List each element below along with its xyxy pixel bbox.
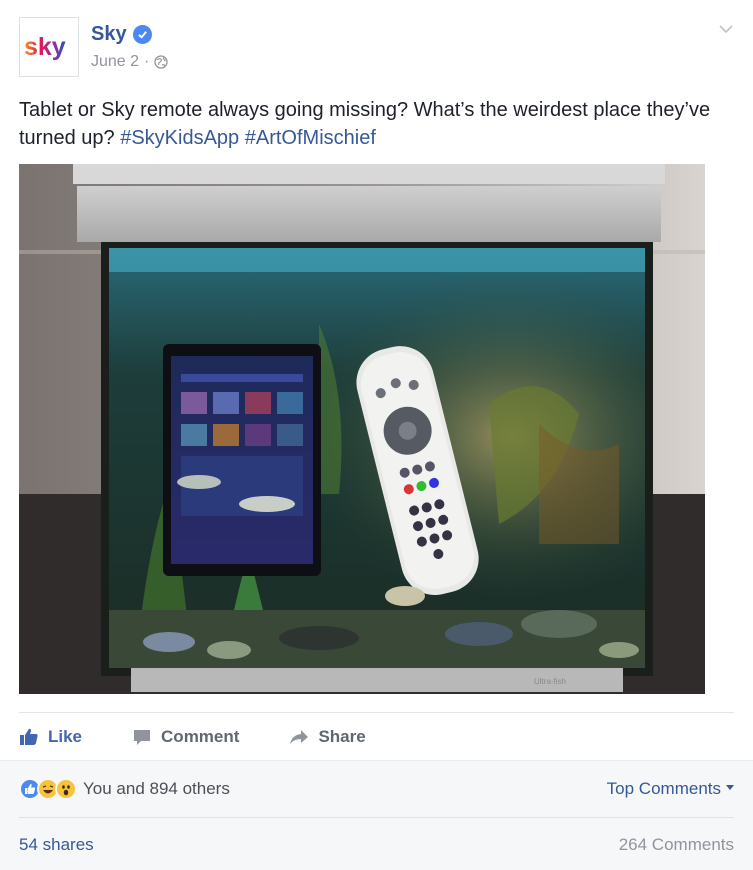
- post-meta: June 2 ·: [91, 53, 169, 71]
- reaction-wow-icon: [55, 778, 77, 800]
- meta-separator: ·: [144, 53, 150, 70]
- post-date[interactable]: June 2: [91, 53, 139, 71]
- share-arrow-icon: [290, 729, 309, 744]
- top-comments-dropdown[interactable]: Top Comments: [607, 779, 734, 799]
- facebook-post: sky Sky June 2 · Tablet or Sky remote al…: [0, 0, 753, 870]
- share-label: Share: [318, 726, 366, 746]
- post-footer: You and 894 others Top Comments 54 share…: [0, 760, 753, 870]
- comments-count[interactable]: 264 Comments: [619, 835, 734, 855]
- reaction-count[interactable]: You and 894 others: [83, 779, 230, 799]
- top-comments-label: Top Comments: [606, 779, 721, 798]
- hashtag-artofmischief[interactable]: #ArtOfMischief: [245, 127, 376, 149]
- svg-text:sky: sky: [24, 33, 66, 61]
- post-actions: Like Comment Share: [19, 712, 734, 760]
- caret-down-icon: [726, 784, 734, 790]
- hashtag-skykidsapp[interactable]: #SkyKidsApp: [120, 127, 239, 149]
- reaction-icons[interactable]: [19, 778, 77, 800]
- chevron-down-icon[interactable]: [718, 23, 734, 35]
- comment-bubble-icon: [134, 729, 151, 745]
- page-name-text[interactable]: Sky: [91, 23, 127, 46]
- post-photo[interactable]: Ultra-fish: [19, 164, 705, 694]
- aquarium-photo: Ultra-fish: [19, 164, 705, 694]
- like-button[interactable]: Like: [19, 727, 82, 747]
- comment-label: Comment: [161, 726, 240, 746]
- shares-row: 54 shares 264 Comments: [19, 819, 734, 870]
- like-label: Like: [48, 726, 83, 746]
- post-text: Tablet or Sky remote always going missin…: [19, 96, 719, 152]
- post-header: sky Sky June 2 ·: [19, 17, 734, 79]
- reactions-row: You and 894 others Top Comments: [19, 761, 734, 818]
- sky-logo-icon: sky: [24, 33, 66, 61]
- share-button[interactable]: Share: [289, 726, 366, 747]
- globe-icon: [154, 55, 169, 69]
- verified-badge-icon: [132, 25, 152, 44]
- shares-count[interactable]: 54 shares: [19, 835, 94, 855]
- page-name[interactable]: Sky: [91, 23, 152, 46]
- like-thumb-icon: [20, 728, 38, 745]
- comment-button[interactable]: Comment: [132, 727, 239, 747]
- tank-brand-label: Ultra-fish: [534, 677, 566, 686]
- page-avatar[interactable]: sky: [19, 17, 79, 77]
